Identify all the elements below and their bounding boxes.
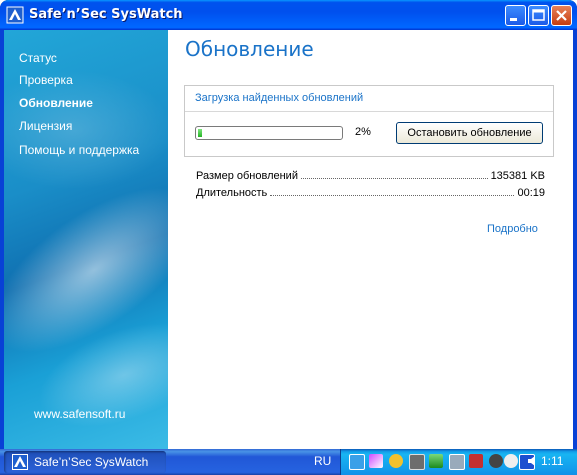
check-icon[interactable] — [389, 454, 403, 468]
taskbar-app-button[interactable]: Safe’n’Sec SysWatch — [4, 451, 166, 473]
title-bar[interactable]: Safe’n’Sec SysWatch — [0, 0, 577, 30]
page-title: Обновление — [185, 37, 314, 61]
language-indicator[interactable]: RU — [314, 454, 331, 468]
sidebar-item-license[interactable]: Лицензия — [19, 119, 72, 133]
sidebar-item-scan[interactable]: Проверка — [19, 73, 73, 87]
window-title: Safe’n’Sec SysWatch — [29, 7, 183, 22]
close-icon — [556, 10, 567, 21]
dotted-leader — [270, 195, 515, 196]
update-size-label: Размер обновлений — [196, 170, 298, 182]
download-group-title: Загрузка найденных обновлений — [195, 92, 364, 104]
clock: 1:11 — [541, 454, 564, 468]
update-size-value: 135381 KB — [490, 170, 545, 182]
duration-row: Длительность 00:19 — [196, 187, 545, 199]
app-logo-icon — [12, 454, 28, 470]
details-link[interactable]: Подробно — [487, 223, 538, 235]
smiley-icon[interactable] — [504, 454, 518, 468]
system-tray: 1:11 — [340, 449, 577, 475]
update-progress-bar — [195, 126, 343, 140]
pen-icon[interactable] — [369, 454, 383, 468]
speaker-icon[interactable] — [526, 454, 540, 468]
sidebar-item-status[interactable]: Статус — [19, 51, 57, 65]
main-content: Обновление Загрузка найденных обновлений… — [168, 30, 573, 449]
shield-icon[interactable] — [449, 454, 465, 470]
taskbar: Safe’n’Sec SysWatch RU 1:11 — [0, 449, 577, 475]
divider — [185, 111, 553, 112]
download-group: Загрузка найденных обновлений 2% Останов… — [184, 85, 554, 157]
app-window: Safe’n’Sec SysWatch Статус Проверка Обно… — [0, 0, 577, 449]
stop-update-button[interactable]: Остановить обновление — [396, 122, 543, 144]
duration-value: 00:19 — [517, 187, 545, 199]
sidebar-item-help[interactable]: Помощь и поддержка — [19, 143, 139, 157]
website-link[interactable]: www.safensoft.ru — [34, 407, 125, 421]
app-logo-icon — [6, 6, 24, 24]
progress-percent: 2% — [355, 126, 371, 138]
window-frame-right — [573, 30, 577, 449]
maximize-icon — [532, 9, 545, 21]
minimize-icon — [510, 18, 517, 21]
duration-label: Длительность — [196, 187, 268, 199]
minimize-button[interactable] — [505, 5, 526, 26]
progress-fill — [198, 129, 202, 137]
sidebar: Статус Проверка Обновление Лицензия Помо… — [4, 30, 168, 449]
disk-icon[interactable] — [489, 454, 503, 468]
network-icon[interactable] — [349, 454, 365, 470]
maximize-button[interactable] — [528, 5, 549, 26]
update-size-row: Размер обновлений 135381 KB — [196, 170, 545, 182]
wireless-icon[interactable] — [429, 454, 443, 468]
close-button[interactable] — [551, 5, 572, 26]
dotted-leader — [300, 178, 488, 179]
sidebar-item-update[interactable]: Обновление — [19, 96, 93, 110]
monitor-icon[interactable] — [409, 454, 425, 470]
printer-icon[interactable] — [469, 454, 483, 468]
taskbar-app-label: Safe’n’Sec SysWatch — [34, 455, 149, 469]
